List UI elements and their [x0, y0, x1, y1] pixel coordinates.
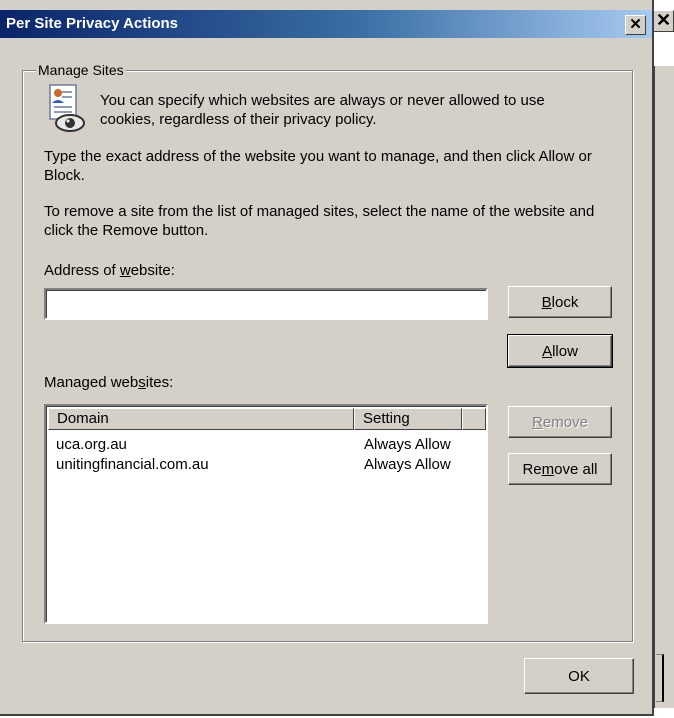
address-input[interactable] [44, 288, 488, 320]
column-filler [462, 408, 486, 430]
row-setting: Always Allow [364, 456, 451, 473]
column-domain[interactable]: Domain [48, 408, 354, 430]
allow-label: llow [552, 342, 578, 360]
instruction-text-2: To remove a site from the list of manage… [44, 203, 595, 239]
remove-all-pre: Re [522, 460, 542, 478]
remove-all-accel: m [541, 460, 555, 478]
block-label: lock [551, 293, 579, 311]
block-button[interactable]: Block [508, 286, 612, 318]
privacy-document-eye-icon [49, 84, 85, 132]
managed-label-pre: Managed web [44, 374, 139, 391]
dialog-title: Per Site Privacy Actions [6, 15, 179, 32]
background-button-edge [656, 654, 664, 702]
row-setting: Always Allow [364, 436, 451, 453]
allow-accel: A [542, 342, 553, 360]
ok-button[interactable]: OK [524, 658, 634, 694]
address-label: Address of website: [44, 262, 175, 279]
group-label: Manage Sites [36, 62, 126, 78]
row-domain: unitingfinancial.com.au [56, 456, 209, 473]
remove-button[interactable]: Remove [508, 406, 612, 438]
managed-label-post: ites: [145, 374, 174, 391]
title-bar: Per Site Privacy Actions ✕ [0, 10, 652, 38]
managed-websites-label: Managed websites: [44, 374, 173, 391]
remove-label: emove [542, 413, 588, 431]
background-close-button[interactable]: ✕ [653, 10, 674, 32]
allow-button[interactable]: Allow [507, 334, 613, 368]
close-button[interactable]: ✕ [625, 15, 646, 35]
row-domain: uca.org.au [56, 436, 127, 453]
list-row[interactable]: unitingfinancial.com.au Always Allow [56, 456, 476, 476]
remove-all-post: ove all [554, 460, 598, 478]
address-label-accel: w [119, 262, 131, 279]
privacy-actions-dialog: Per Site Privacy Actions ✕ Manage Sites … [0, 0, 654, 716]
instruction-text-1: Type the exact address of the website yo… [44, 148, 592, 184]
remove-all-button[interactable]: Re m ove all [508, 453, 612, 485]
managed-websites-list[interactable]: Domain Setting uca.org.au Always Allow u… [44, 404, 488, 624]
column-setting[interactable]: Setting [354, 408, 462, 430]
list-header: Domain Setting [48, 408, 488, 430]
remove-accel: R [532, 413, 543, 431]
background-window-edge [653, 66, 674, 708]
intro-text: You can specify which websites are alway… [100, 92, 545, 128]
address-label-post: ebsite: [130, 262, 175, 279]
managed-label-accel: s [138, 374, 146, 391]
list-row[interactable]: uca.org.au Always Allow [56, 436, 476, 456]
block-accel: B [541, 293, 552, 311]
address-label-pre: Address of [44, 262, 120, 279]
